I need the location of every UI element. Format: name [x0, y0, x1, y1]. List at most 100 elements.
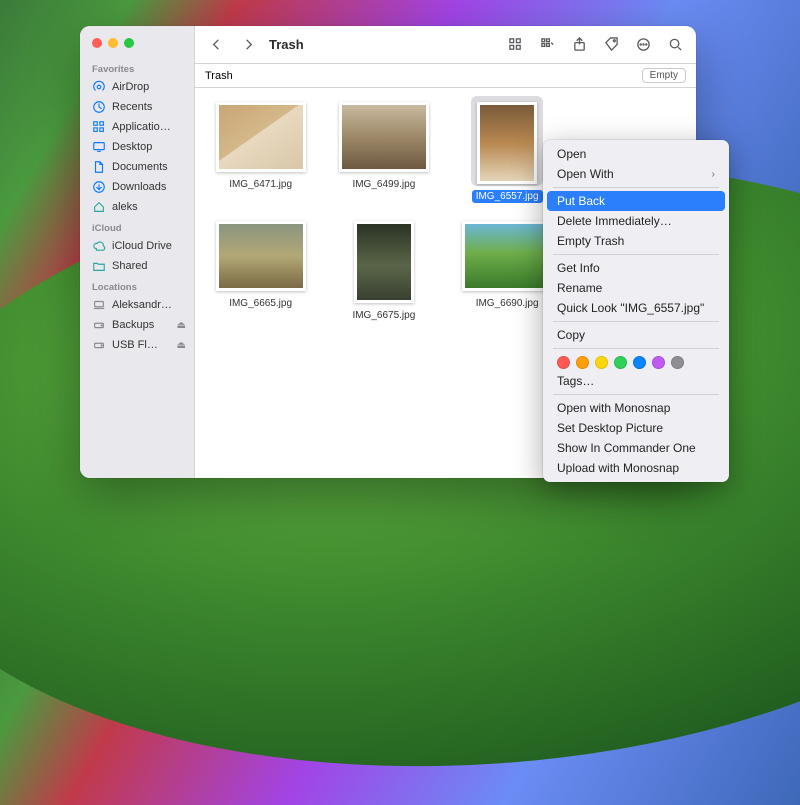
sidebar-group-label: Locations: [80, 276, 194, 295]
sidebar: FavoritesAirDrop Recents Applicatio… Deskto…: [80, 26, 195, 478]
sidebar-group-label: iCloud: [80, 217, 194, 236]
sidebar-item-label: Recents: [112, 101, 152, 113]
sidebar-item-label: Aleksandr…: [112, 299, 172, 311]
context-item-label: Tags…: [557, 374, 594, 388]
tag-color-dot[interactable]: [576, 356, 589, 369]
share-button[interactable]: [568, 34, 590, 56]
context-item-get-info[interactable]: Get Info: [547, 258, 725, 278]
sidebar-item-aleks[interactable]: aleks: [80, 197, 194, 217]
context-item-label: Get Info: [557, 261, 600, 275]
context-separator: [553, 394, 719, 395]
group-by-button[interactable]: [536, 34, 558, 56]
context-item-copy[interactable]: Copy: [547, 325, 725, 345]
tag-color-dot[interactable]: [671, 356, 684, 369]
sidebar-item-downloads[interactable]: Downloads: [80, 177, 194, 197]
context-item-label: Show In Commander One: [557, 441, 696, 455]
context-item-rename[interactable]: Rename: [547, 278, 725, 298]
sidebar-item-label: iCloud Drive: [112, 240, 172, 252]
context-item-delete-immediately[interactable]: Delete Immediately…: [547, 211, 725, 231]
context-separator: [553, 254, 719, 255]
sidebar-item-backups[interactable]: Backups⏏: [80, 315, 194, 335]
sidebar-item-label: Downloads: [112, 181, 166, 193]
context-item-set-desktop-picture[interactable]: Set Desktop Picture: [547, 418, 725, 438]
file-item[interactable]: IMG_6499.jpg: [328, 102, 439, 203]
tag-color-dot[interactable]: [595, 356, 608, 369]
sidebar-item-aleksandr[interactable]: Aleksandr…: [80, 295, 194, 315]
tags-button[interactable]: [600, 34, 622, 56]
sidebar-item-usb-fl[interactable]: USB Fl…⏏: [80, 335, 194, 355]
nav-back-button[interactable]: [205, 34, 227, 56]
search-button[interactable]: [664, 34, 686, 56]
down-icon: [92, 180, 106, 194]
file-item[interactable]: IMG_6675.jpg: [328, 221, 439, 322]
sidebar-item-applicatio[interactable]: Applicatio…: [80, 117, 194, 137]
file-name: IMG_6499.jpg: [348, 178, 419, 191]
context-item-show-in-commander-one[interactable]: Show In Commander One: [547, 438, 725, 458]
sidebar-item-desktop[interactable]: Desktop: [80, 137, 194, 157]
sidebar-item-label: Documents: [112, 161, 168, 173]
sidebar-item-icloud-drive[interactable]: iCloud Drive: [80, 236, 194, 256]
file-name: IMG_6675.jpg: [348, 309, 419, 322]
sidebar-item-recents[interactable]: Recents: [80, 97, 194, 117]
context-item-label: Quick Look "IMG_6557.jpg": [557, 301, 704, 315]
eject-icon[interactable]: ⏏: [177, 340, 186, 351]
context-item-tags[interactable]: Tags…: [547, 371, 725, 391]
context-item-upload-with-monosnap[interactable]: Upload with Monosnap: [547, 458, 725, 478]
file-item[interactable]: IMG_6665.jpg: [205, 221, 316, 322]
empty-trash-button[interactable]: Empty: [642, 68, 686, 83]
context-item-label: Set Desktop Picture: [557, 421, 663, 435]
context-item-open-with-monosnap[interactable]: Open with Monosnap: [547, 398, 725, 418]
context-item-quick-look-img-jpg[interactable]: Quick Look "IMG_6557.jpg": [547, 298, 725, 318]
tag-color-dot[interactable]: [557, 356, 570, 369]
context-item-label: Put Back: [557, 194, 605, 208]
sidebar-item-label: Shared: [112, 260, 147, 272]
context-item-open[interactable]: Open: [547, 144, 725, 164]
cloud-icon: [92, 239, 106, 253]
close-window-button[interactable]: [92, 38, 102, 48]
sidebar-item-documents[interactable]: Documents: [80, 157, 194, 177]
context-menu: Open Open With › Put Back Delete Immediately…: [543, 140, 729, 482]
desktop-icon: [92, 140, 106, 154]
path-location: Trash: [205, 70, 233, 82]
file-name: IMG_6665.jpg: [225, 297, 296, 310]
tag-color-dot[interactable]: [652, 356, 665, 369]
clock-icon: [92, 100, 106, 114]
file-item[interactable]: IMG_6471.jpg: [205, 102, 316, 203]
sidebar-item-airdrop[interactable]: AirDrop: [80, 77, 194, 97]
file-thumbnail: [462, 221, 552, 291]
context-separator: [553, 187, 719, 188]
nav-forward-button[interactable]: [237, 34, 259, 56]
sidebar-item-shared[interactable]: Shared: [80, 256, 194, 276]
doc-icon: [92, 160, 106, 174]
view-mode-button[interactable]: [504, 34, 526, 56]
airdrop-icon: [92, 80, 106, 94]
action-menu-button[interactable]: [632, 34, 654, 56]
sidebar-group-label: Favorites: [80, 58, 194, 77]
minimize-window-button[interactable]: [108, 38, 118, 48]
sidebar-item-label: aleks: [112, 201, 138, 213]
disk-icon: [92, 338, 106, 352]
context-item-label: Delete Immediately…: [557, 214, 672, 228]
disk-icon: [92, 318, 106, 332]
file-thumbnail: [339, 102, 429, 172]
file-name: IMG_6690.jpg: [472, 297, 543, 310]
context-item-label: Upload with Monosnap: [557, 461, 679, 475]
window-title: Trash: [269, 37, 304, 52]
context-tag-colors: [547, 352, 725, 371]
tag-color-dot[interactable]: [614, 356, 627, 369]
eject-icon[interactable]: ⏏: [177, 320, 186, 331]
apps-icon: [92, 120, 106, 134]
context-separator: [553, 321, 719, 322]
tag-color-dot[interactable]: [633, 356, 646, 369]
file-thumbnail: [216, 221, 306, 291]
context-item-label: Rename: [557, 281, 602, 295]
context-item-put-back[interactable]: Put Back: [547, 191, 725, 211]
context-item-open-with[interactable]: Open With ›: [547, 164, 725, 184]
sidebar-item-label: Applicatio…: [112, 121, 171, 133]
laptop-icon: [92, 298, 106, 312]
context-item-empty-trash[interactable]: Empty Trash: [547, 231, 725, 251]
context-item-label: Open With: [557, 167, 614, 181]
chevron-right-icon: ›: [712, 169, 715, 180]
zoom-window-button[interactable]: [124, 38, 134, 48]
window-controls: [80, 32, 194, 58]
